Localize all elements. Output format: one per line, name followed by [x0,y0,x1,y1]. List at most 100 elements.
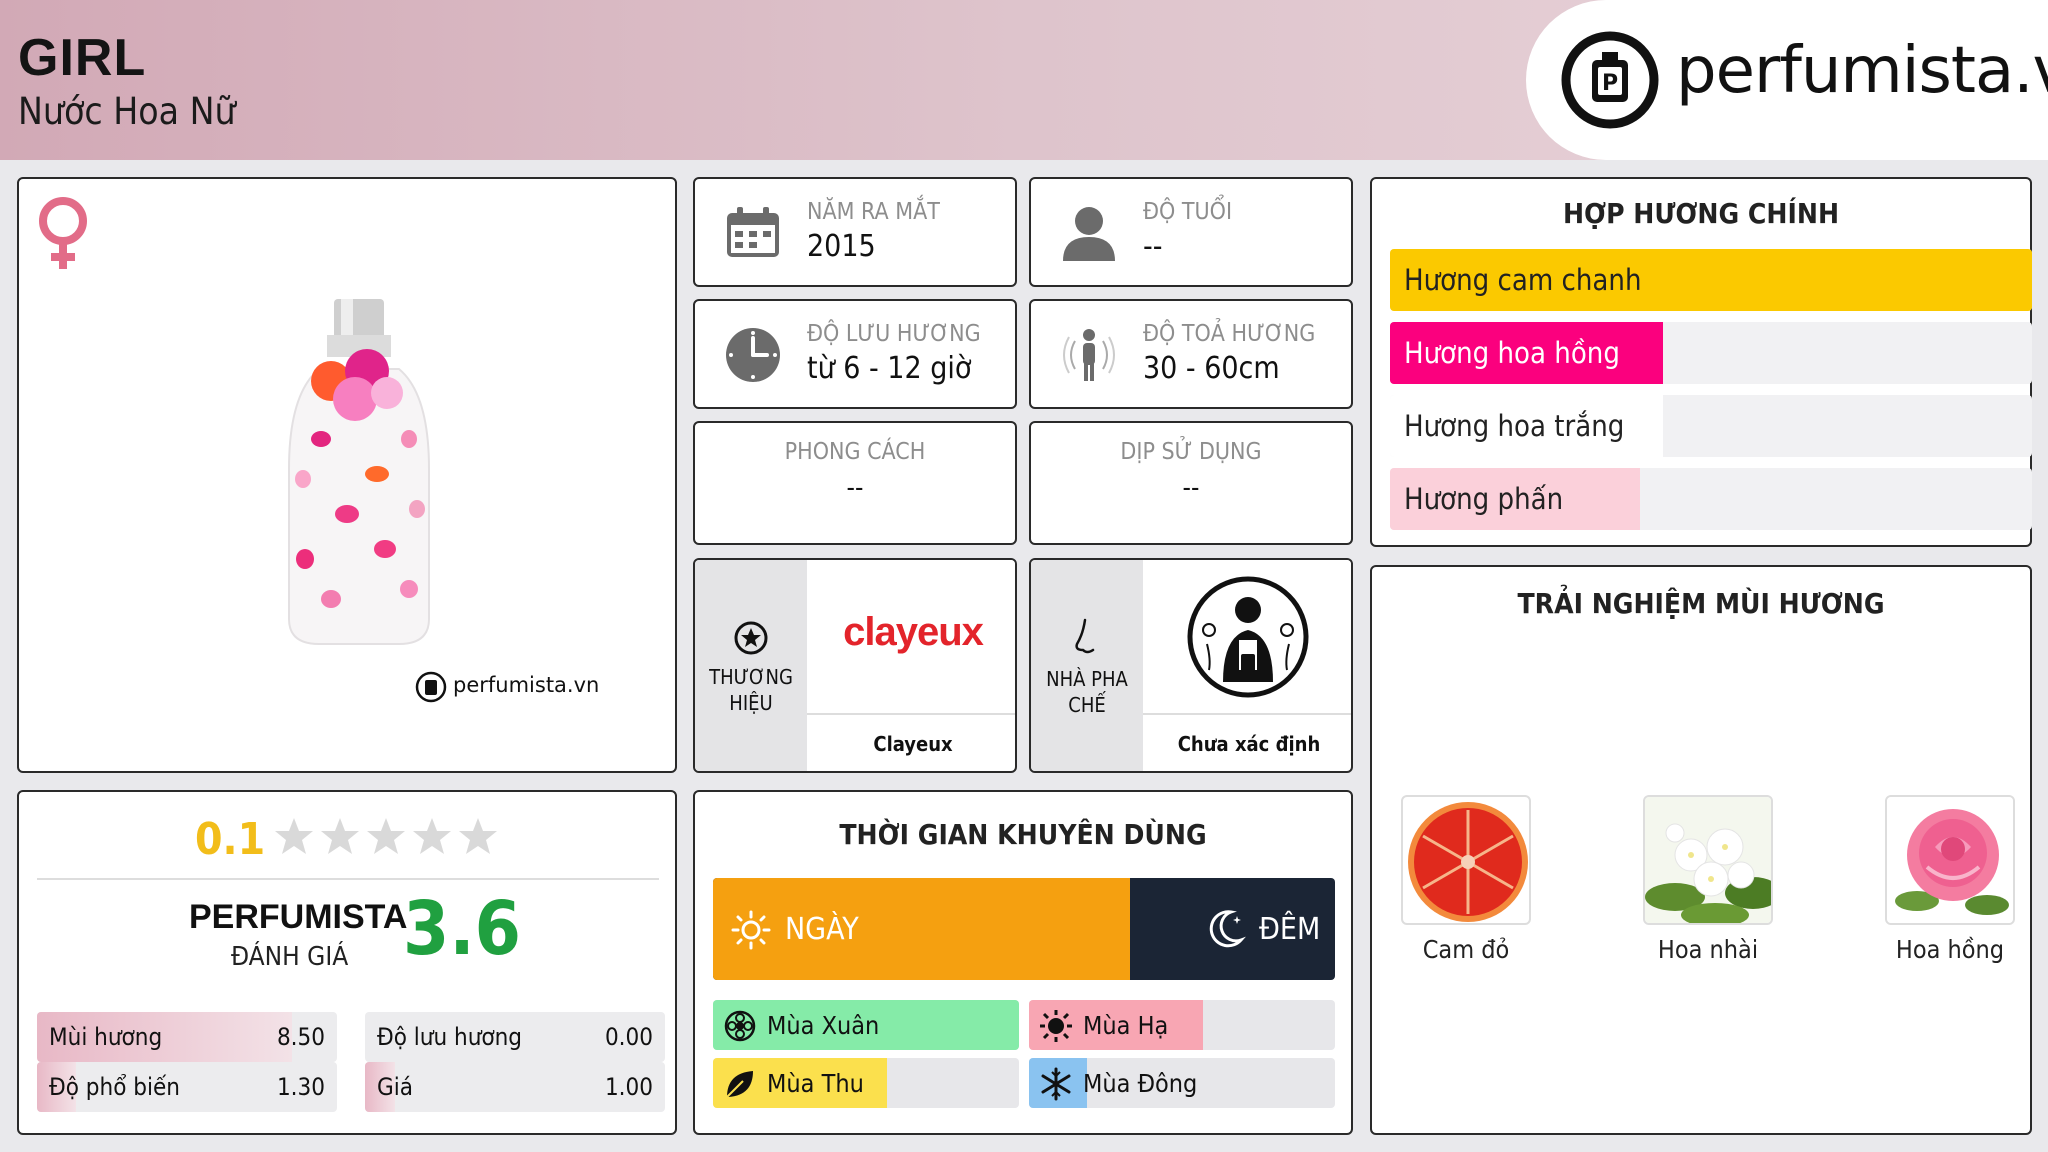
rating-metric-name: Mùi hương [49,1023,163,1051]
brand-label-line1: THƯƠNG [709,665,793,689]
season-bar: Mùa Hạ [1029,1000,1335,1050]
watermark-text: perfumista.vn [453,673,600,697]
rating-divider [37,878,659,880]
star-icon[interactable] [319,816,361,858]
season-bar: Mùa Thu [713,1058,1019,1108]
female-icon [39,197,87,269]
accord-name: Hương hoa hồng [1404,336,1620,370]
logo-text: perfumista.vn [1676,34,2048,108]
perfumer-card[interactable]: NHÀ PHA CHẾ Chưa xác định [1029,558,1353,773]
accord-bar: Hương cam chanh [1390,249,2032,311]
day-fill [713,878,1130,980]
launch-year-value: 2015 [807,229,876,264]
brand-logo: clayeux [807,560,1015,715]
rose-image [1887,797,2013,923]
star-icon[interactable] [411,816,453,858]
rating-metric-bar: Độ lưu hương 0.00 [365,1012,665,1062]
brand-card[interactable]: THƯƠNG HIỆU clayeux Clayeux [693,558,1017,773]
longevity-card: ĐỘ LƯU HƯƠNG từ 6 - 12 giờ [693,299,1017,409]
perfumer-image [1143,560,1351,715]
brand-label-panel: THƯƠNG HIỆU [695,560,807,771]
style-label: PHONG CÁCH [784,439,926,465]
season-name: Mùa Thu [767,1069,864,1098]
snowflake-icon [1039,1067,1073,1101]
perfume-bottle-icon: P [1561,31,1659,129]
rating-metric-bar: Mùi hương 8.50 [37,1012,337,1062]
rating-metric-name: Độ phổ biến [49,1073,180,1101]
star-icon[interactable] [273,816,315,858]
season-bar: Mùa Đông [1029,1058,1335,1108]
svg-text:P: P [1602,71,1618,96]
brand-label-line2: HIỆU [729,691,773,715]
rating-metric-value: 0.00 [604,1023,653,1051]
day-night-bar: NGÀY ĐÊM [713,878,1335,980]
note-name-hoa-hong: Hoa hồng [1895,935,2005,964]
age-label: ĐỘ TUỔI [1143,199,1233,225]
launch-year-card: NĂM RA MẮT 2015 [693,177,1017,287]
site-logo[interactable]: P perfumista.vn [1526,0,2048,160]
accords-title: HỢP HƯƠNG CHÍNH [1562,197,1840,230]
brand-logo-text: clayeux [843,610,984,654]
nose-icon [1075,618,1095,654]
leaf-icon [723,1067,757,1101]
rating-metric-bar: Độ phổ biến 1.30 [37,1062,337,1112]
perfumista-score: 3.6 [403,886,521,972]
note-name-cam-do: Cam đỏ [1422,935,1510,964]
sillage-value: 30 - 60cm [1143,351,1280,386]
watermark: perfumista.vn [415,669,599,705]
occasion-card: DỊP SỬ DỤNG -- [1029,421,1353,545]
rating-metric-value: 1.00 [604,1073,653,1101]
header: GIRL Nước Hoa Nữ P perfumista.vn [0,0,2048,160]
sun-icon [1039,1009,1073,1043]
longevity-value: từ 6 - 12 giờ [807,351,972,386]
flower-icon [723,1009,757,1043]
season-bar: Mùa Xuân [713,1000,1019,1050]
perfumer-label-panel: NHÀ PHA CHẾ [1031,560,1143,771]
accord-name: Hương hoa trắng [1404,409,1625,443]
star-badge-icon [734,621,768,655]
rating-metric-bar: Giá 1.00 [365,1062,665,1112]
note-name-hoa-nhai: Hoa nhài [1657,935,1759,964]
rating-metric-name: Giá [377,1073,413,1101]
occasion-label: DỊP SỬ DỤNG [1120,439,1262,465]
occasion-value: -- [1182,473,1200,503]
perfumer-label-line1: NHÀ PHA [1046,667,1128,691]
accord-name: Hương phấn [1404,482,1564,516]
note-image-hoa-nhai[interactable] [1643,795,1773,925]
sillage-person-icon [1063,329,1115,381]
time-title: THỜI GIAN KHUYÊN DÙNG [839,818,1207,851]
rating-metric-value: 1.30 [276,1073,325,1101]
main-accords-card: HỢP HƯƠNG CHÍNH Hương cam chanh Hương hoa… [1370,177,2032,547]
age-value: -- [1143,229,1163,264]
accord-bar: Hương phấn [1390,468,2032,530]
perfumer-name: Chưa xác định [1177,732,1321,756]
star-rating[interactable] [273,816,503,862]
product-image-card: perfumista.vn [17,177,677,773]
accord-bar: Hương hoa trắng [1390,395,2032,457]
accord-name: Hương cam chanh [1404,263,1642,297]
age-card: ĐỘ TUỔI -- [1029,177,1353,287]
perfume-bottle-icon [415,671,447,703]
star-icon[interactable] [457,816,499,858]
blood-orange-image [1408,802,1528,922]
sun-icon [731,910,771,950]
note-image-hoa-hong[interactable] [1885,795,2015,925]
star-icon[interactable] [365,816,407,858]
sillage-card: ĐỘ TOẢ HƯƠNG 30 - 60cm [1029,299,1353,409]
perfumer-label-line2: CHẾ [1068,693,1106,717]
style-card: PHONG CÁCH -- [693,421,1017,545]
perfumista-label: PERFUMISTA [189,898,408,936]
recommended-time-card: THỜI GIAN KHUYÊN DÙNG NGÀY ĐÊM Mùa Xuân M… [693,790,1353,1135]
moon-icon [1209,910,1246,948]
accord-bar: Hương hoa hồng [1390,322,2032,384]
night-label: ĐÊM [1259,912,1321,947]
season-name: Mùa Đông [1083,1069,1198,1098]
user-icon [1063,207,1115,261]
note-image-cam-do[interactable] [1401,795,1531,925]
sillage-label: ĐỘ TOẢ HƯƠNG [1143,321,1316,347]
rating-metric-name: Độ lưu hương [377,1023,523,1051]
rating-metric-value: 8.50 [276,1023,325,1051]
page-subtitle: Nước Hoa Nữ [18,90,236,133]
brand-name: Clayeux [873,732,953,756]
calendar-icon [727,207,779,257]
